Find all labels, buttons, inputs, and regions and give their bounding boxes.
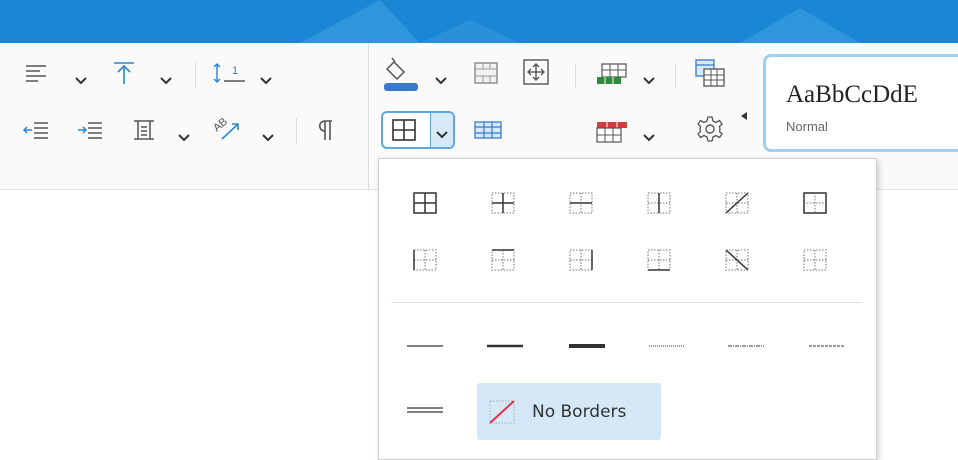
chevron-down-icon[interactable] [75, 72, 87, 85]
line-style-dash-dot[interactable] [716, 331, 776, 361]
double-line-icon [407, 407, 443, 413]
bottom-border-icon [647, 249, 671, 271]
group-separator [368, 43, 369, 189]
table-grid-icon[interactable] [474, 120, 502, 140]
fill-color-icon[interactable] [384, 57, 418, 93]
move-table-icon[interactable] [523, 59, 549, 85]
dotted-line-icon [649, 345, 685, 347]
outside-borders-icon [803, 192, 827, 214]
menu-separator [391, 302, 862, 303]
title-bar [0, 0, 958, 43]
inner-vertical-border-option[interactable] [637, 181, 681, 225]
increase-indent-icon[interactable] [77, 120, 103, 140]
delete-rows-icon[interactable] [596, 121, 628, 143]
all-borders-option[interactable] [403, 181, 447, 225]
cell-margins-icon[interactable] [133, 119, 155, 141]
chevron-down-icon[interactable] [643, 72, 655, 85]
no-borders-icon [489, 399, 515, 424]
dashed-line-icon [809, 345, 845, 347]
vertical-align-top-icon[interactable] [112, 61, 136, 85]
right-border-icon [569, 249, 593, 271]
merge-cells-icon[interactable] [474, 62, 498, 84]
insert-rows-icon[interactable] [596, 63, 628, 85]
style-gallery-normal[interactable]: AaBbCcDdE Normal [763, 54, 958, 152]
medium-line-icon [487, 344, 523, 348]
style-name: Normal [786, 119, 828, 134]
no-inner-borders-option[interactable] [793, 238, 837, 282]
separator [675, 63, 676, 89]
line-style-dotted[interactable] [637, 331, 697, 361]
line-style-double[interactable] [395, 395, 455, 425]
left-border-icon [413, 249, 437, 271]
paragraph-marks-icon[interactable] [316, 119, 334, 141]
align-left-icon[interactable] [25, 63, 47, 83]
table-properties-icon[interactable] [695, 59, 725, 87]
chevron-down-icon[interactable] [435, 72, 447, 85]
thick-line-icon [569, 344, 605, 348]
no-borders-option[interactable]: No Borders [477, 383, 661, 440]
top-border-option[interactable] [481, 238, 525, 282]
thin-line-icon [407, 345, 443, 347]
bottom-border-option[interactable] [637, 238, 681, 282]
line-style-dashed[interactable] [797, 331, 857, 361]
line-style-medium[interactable] [475, 331, 535, 361]
chevron-down-icon[interactable] [643, 129, 655, 142]
inner-borders-icon [491, 192, 515, 214]
chevron-down-icon[interactable] [260, 72, 272, 85]
separator [296, 118, 297, 144]
line-style-thin[interactable] [395, 331, 455, 361]
diagonal-down-border-icon [725, 249, 749, 271]
diagonal-up-border-option[interactable] [715, 181, 759, 225]
left-border-option[interactable] [403, 238, 447, 282]
collapse-arrow-icon[interactable] [741, 112, 747, 120]
right-border-option[interactable] [559, 238, 603, 282]
separator [195, 61, 196, 87]
diagonal-up-border-icon [725, 192, 749, 214]
no-borders-label: No Borders [532, 401, 627, 422]
svg-text:AB: AB [212, 116, 230, 134]
outside-borders-option[interactable] [793, 181, 837, 225]
title-bar-decoration [300, 0, 860, 43]
chevron-down-icon[interactable] [160, 72, 172, 85]
chevron-down-icon [436, 126, 448, 139]
dash-dot-line-icon [728, 345, 764, 347]
line-style-thick[interactable] [557, 331, 617, 361]
all-borders-icon [392, 119, 416, 141]
line-spacing-icon[interactable]: 1 [213, 61, 247, 85]
inner-vertical-border-icon [647, 192, 671, 214]
svg-text:1: 1 [232, 65, 238, 77]
diagonal-down-border-option[interactable] [715, 238, 759, 282]
text-direction-icon[interactable]: AB [212, 116, 242, 142]
chevron-down-icon[interactable] [178, 129, 190, 142]
style-preview-text: AaBbCcDdE [786, 81, 918, 108]
no-inner-borders-icon [803, 249, 827, 271]
all-borders-icon [413, 192, 437, 214]
settings-icon[interactable] [696, 115, 724, 143]
chevron-down-icon[interactable] [262, 129, 274, 142]
separator [575, 63, 576, 89]
top-border-icon [491, 249, 515, 271]
borders-dropdown-toggle[interactable] [431, 113, 453, 147]
inner-horizontal-border-icon [569, 192, 593, 214]
inner-horizontal-border-option[interactable] [559, 181, 603, 225]
decrease-indent-icon[interactable] [23, 120, 49, 140]
inner-borders-option[interactable] [481, 181, 525, 225]
borders-dropdown-menu: .d { stroke:#666; stroke-width:1; stroke… [378, 158, 877, 460]
borders-button[interactable] [381, 111, 455, 149]
